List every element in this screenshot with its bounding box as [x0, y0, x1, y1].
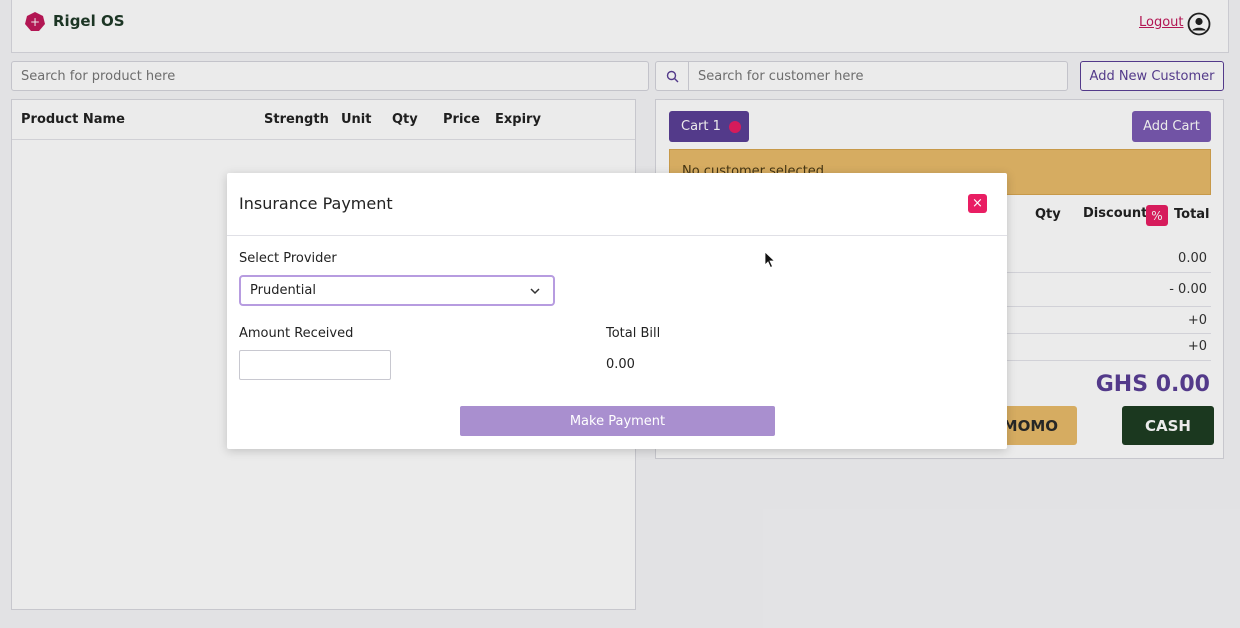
insurance-payment-modal: Insurance Payment × Select Provider Prud…: [227, 173, 1007, 449]
chevron-down-icon: [530, 288, 540, 295]
amount-received-label: Amount Received: [239, 326, 354, 341]
mouse-cursor-icon: [764, 251, 776, 269]
modal-divider: [227, 235, 1007, 236]
provider-label: Select Provider: [239, 251, 337, 266]
total-bill-value: 0.00: [606, 357, 635, 372]
close-icon[interactable]: ×: [968, 194, 987, 213]
provider-select-value: Prudential: [250, 283, 316, 298]
modal-title: Insurance Payment: [239, 194, 393, 213]
amount-received-input[interactable]: [239, 350, 391, 380]
total-bill-label: Total Bill: [606, 326, 661, 341]
make-payment-button[interactable]: Make Payment: [460, 406, 775, 436]
provider-select[interactable]: Prudential: [239, 275, 555, 306]
